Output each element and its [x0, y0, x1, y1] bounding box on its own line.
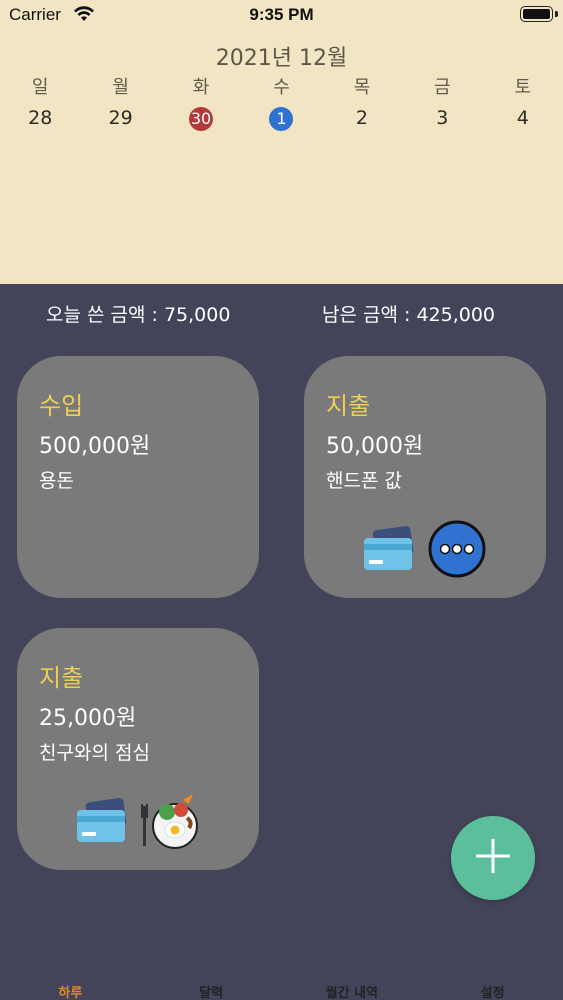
entry-amount: 25,000원	[39, 706, 137, 731]
expense-card[interactable]: 지출 25,000원 친구와의 점심	[17, 628, 259, 870]
credit-card-icon	[362, 524, 418, 578]
weekday-sun: 일	[31, 77, 49, 98]
weekday-sat: 토	[514, 77, 532, 98]
month-title[interactable]: 2021년 12월	[0, 40, 563, 72]
battery-cap	[555, 11, 558, 17]
tab-settings[interactable]: 설정	[422, 970, 563, 1000]
tab-monthly-history[interactable]: 월간 내역	[282, 970, 423, 1000]
date-cell-today[interactable]: 30	[161, 106, 241, 131]
expense-card[interactable]: 지출 50,000원 핸드폰 값	[304, 356, 546, 598]
status-bar: Carrier 9:35 PM	[0, 0, 563, 30]
daily-summary: 오늘 쓴 금액 : 75,000 남은 금액 : 425,000	[0, 300, 563, 328]
date-cell[interactable]: 28	[0, 106, 80, 130]
battery-icon	[520, 6, 553, 22]
entry-amount: 50,000원	[326, 434, 424, 459]
weekday-mon: 월	[112, 77, 129, 98]
date-label: 29	[108, 107, 133, 129]
weekday-thu: 목	[353, 77, 371, 98]
date-cell[interactable]: 4	[483, 106, 563, 130]
remaining-amount-label: 남은 금액 : 425,000	[322, 304, 496, 326]
income-card[interactable]: 수입 500,000원 용돈	[17, 356, 259, 598]
entry-amount: 500,000원	[39, 434, 151, 459]
weekday-tue: 화	[192, 77, 210, 98]
entry-icons	[304, 520, 546, 578]
add-entry-button[interactable]	[451, 816, 535, 900]
date-label: 28	[28, 107, 53, 129]
clock-label: 9:35 PM	[249, 5, 314, 24]
calendar-header: Carrier 9:35 PM 2021년 12월 일 월 화 수 목 금 토 …	[0, 0, 563, 284]
tab-bar: 하루 달력 월간 내역 설정	[0, 970, 563, 1000]
date-label: 3	[436, 107, 449, 129]
date-cell[interactable]: 29	[80, 106, 160, 130]
more-icon	[428, 520, 486, 582]
date-label: 2	[355, 107, 368, 129]
entry-kind: 수입	[39, 392, 84, 420]
plus-icon	[473, 836, 513, 880]
entry-icons	[17, 792, 259, 850]
today-badge: 30	[189, 107, 214, 131]
date-row: 28 29 30 1 2 3 4	[0, 106, 563, 131]
credit-card-icon	[75, 796, 131, 850]
tab-calendar[interactable]: 달력	[141, 970, 282, 1000]
weekday-fri: 금	[434, 77, 451, 98]
meal-icon	[139, 792, 201, 854]
entry-memo: 친구와의 점심	[39, 742, 150, 764]
tab-day[interactable]: 하루	[0, 970, 141, 1000]
entry-kind: 지출	[39, 664, 84, 692]
date-label: 4	[516, 107, 529, 129]
date-cell[interactable]: 2	[322, 106, 402, 130]
entry-memo: 핸드폰 값	[326, 470, 402, 492]
spent-today-label: 오늘 쓴 금액 : 75,000	[46, 304, 231, 326]
date-cell-selected[interactable]: 1	[241, 106, 321, 131]
weekday-row: 일 월 화 수 목 금 토	[0, 76, 563, 100]
entry-kind: 지출	[326, 392, 371, 420]
selected-date-badge: 1	[269, 107, 294, 131]
date-cell[interactable]: 3	[402, 106, 482, 130]
weekday-wed: 수	[273, 77, 290, 98]
entry-memo: 용돈	[39, 470, 74, 492]
